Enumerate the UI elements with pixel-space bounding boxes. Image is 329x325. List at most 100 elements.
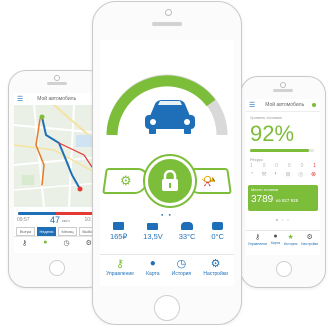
key-icon[interactable]: ⚷ bbox=[22, 239, 27, 247]
tab-label: История bbox=[283, 242, 298, 246]
right-tab-history[interactable]: ★ История bbox=[284, 233, 298, 246]
center-phone: ⚙ 📯 ● ● 165₽ 13,5V 33°C 0°C ⚷ Управление… bbox=[92, 1, 242, 325]
lock-button[interactable] bbox=[145, 156, 195, 206]
fuel-label: Уровень топлива bbox=[250, 115, 282, 120]
center-speaker bbox=[152, 22, 182, 26]
right-tab-control[interactable]: ⚷ Управление bbox=[248, 233, 267, 246]
key-icon: ⚷ bbox=[254, 234, 261, 241]
tab-history[interactable]: ◷ История bbox=[172, 258, 191, 277]
right-tab-settings[interactable]: ⚙ Настройки bbox=[301, 233, 318, 246]
lock-icon bbox=[162, 170, 178, 191]
engine-temp-value: 0°C bbox=[211, 232, 224, 241]
map-pin-icon[interactable]: ● bbox=[43, 239, 47, 246]
wallet-icon bbox=[113, 222, 125, 230]
gear-icon[interactable]: ⚙ bbox=[86, 239, 92, 247]
tire-icon: ◎ bbox=[298, 172, 304, 178]
speed-unit: км/ч bbox=[62, 218, 70, 223]
menu-icon[interactable]: ☰ bbox=[249, 101, 255, 109]
tab-label: Карта bbox=[270, 241, 281, 245]
right-title: Мой автомобиль bbox=[265, 102, 305, 108]
warning-icon: ⊗ bbox=[310, 172, 316, 178]
oil-icon: ◐ bbox=[274, 171, 278, 177]
center-screen: ⚙ 📯 ● ● 165₽ 13,5V 33°C 0°C ⚷ Управление… bbox=[100, 40, 234, 286]
tab-settings-label: Настройки bbox=[203, 271, 228, 277]
right-tabbar: ⚷ Управление ● Карта ★ История ⚙ Настройки bbox=[246, 230, 320, 255]
dot-value-4: 0 bbox=[287, 163, 291, 169]
right-speaker bbox=[273, 89, 293, 92]
right-home-button[interactable] bbox=[276, 261, 292, 277]
tab-control[interactable]: ⚷ Управление bbox=[106, 258, 134, 277]
engine-temperature-icon bbox=[212, 222, 224, 230]
gear-icon: ⚙ bbox=[306, 234, 313, 241]
right-phone: ☰ Мой автомобиль Уровень топлива 92% Рес… bbox=[240, 76, 326, 288]
chip-yesterday[interactable]: Вчера bbox=[16, 227, 35, 236]
balance-value: 165₽ bbox=[109, 232, 128, 241]
dot-value-2: 0 bbox=[262, 163, 266, 169]
page-indicator: ● ● bbox=[161, 212, 173, 217]
speed-value: 47 bbox=[50, 215, 61, 225]
dot-value-1: 1 bbox=[250, 163, 253, 169]
center-camera bbox=[165, 9, 172, 16]
battery-value: 13,5V bbox=[143, 232, 163, 241]
status-balance: 165₽ bbox=[110, 222, 127, 241]
route-map[interactable] bbox=[14, 105, 100, 207]
right-screen: ☰ Мой автомобиль Уровень топлива 92% Рес… bbox=[246, 99, 320, 255]
rest-symbols: ◔ ⚒ ◐ ⊞ ◎ ⊗ bbox=[250, 171, 316, 178]
fuel-bar bbox=[250, 149, 314, 152]
left-tabbar: ⚷ ● ◷ ⚙ bbox=[14, 236, 100, 253]
engine-icon: ⚙ bbox=[120, 173, 132, 188]
dot-value-3: 0 bbox=[275, 163, 279, 169]
cabin-temp-value: 33°C bbox=[178, 232, 196, 241]
tab-history-label: История bbox=[171, 271, 192, 277]
clock-icon: ◷ bbox=[176, 258, 187, 270]
key-icon: ⚷ bbox=[115, 258, 125, 270]
tab-map-label: Карта bbox=[146, 271, 160, 277]
mileage-label: Место стоянки bbox=[251, 187, 279, 192]
timeline[interactable]: 09:57 47 км/ч 10:15 bbox=[14, 207, 100, 227]
menu-icon[interactable]: ☰ bbox=[17, 95, 23, 103]
page-dots: ● ○ ○ bbox=[275, 217, 291, 222]
left-title: Мой автомобиль bbox=[37, 96, 77, 102]
left-home-button[interactable] bbox=[49, 260, 65, 276]
status-cabin-temp: 33°C bbox=[178, 222, 196, 241]
dot-value-5: 0 bbox=[300, 163, 304, 169]
filter-icon: ⊞ bbox=[285, 172, 291, 178]
signal-gauge bbox=[106, 74, 228, 136]
fuel-bar-fill bbox=[250, 149, 309, 152]
left-speaker bbox=[47, 82, 67, 85]
map-pin-icon: ● bbox=[149, 258, 156, 269]
chip-week[interactable]: Неделя bbox=[37, 227, 56, 236]
left-screen: ☰ Мой автомобиль 09:57 47 км/ч 10:15 Вче… bbox=[14, 93, 100, 253]
car-icon bbox=[145, 100, 195, 134]
mileage-value: 3789 bbox=[251, 194, 274, 205]
right-camera bbox=[280, 82, 286, 88]
tab-settings[interactable]: ⚙ Настройки bbox=[203, 258, 228, 277]
battery-icon bbox=[147, 223, 159, 230]
horn-icon: 📯 bbox=[200, 174, 216, 188]
status-engine-temp: 0°C bbox=[211, 222, 224, 241]
car-temperature-icon bbox=[181, 222, 194, 230]
engine-start-button[interactable]: ⚙ bbox=[102, 168, 150, 194]
rest-label: Ресурс bbox=[250, 157, 263, 162]
tab-label: Управление bbox=[247, 242, 268, 246]
map-pin-icon: ● bbox=[273, 233, 278, 240]
right-header: ☰ Мой автомобиль bbox=[246, 99, 320, 112]
tab-control-label: Управление bbox=[106, 271, 134, 277]
parking-card[interactable]: Место стоянки 3789 из 827 925 bbox=[248, 185, 318, 211]
mileage-sub: из 827 925 bbox=[276, 198, 299, 203]
status-dot bbox=[312, 103, 316, 107]
dot-value-6: 1 bbox=[313, 163, 316, 169]
status-battery: 13,5V bbox=[143, 222, 163, 241]
rest-icons: 1 0 0 0 0 1 bbox=[250, 163, 316, 169]
center-home-button[interactable] bbox=[154, 295, 180, 321]
wrench-icon: ⚒ bbox=[261, 172, 267, 178]
chip-month[interactable]: Месяц bbox=[58, 227, 77, 236]
speedometer-icon: ◔ bbox=[250, 171, 254, 177]
right-tab-map[interactable]: ● Карта bbox=[271, 233, 280, 245]
clock-icon[interactable]: ◷ bbox=[63, 239, 69, 247]
left-camera bbox=[54, 75, 60, 81]
gear-icon: ⚙ bbox=[210, 258, 221, 270]
fuel-percent: 92% bbox=[250, 121, 295, 146]
period-chips: Вчера Неделя Месяц Выбор bbox=[16, 227, 98, 236]
tab-map[interactable]: ● Карта bbox=[146, 258, 159, 277]
